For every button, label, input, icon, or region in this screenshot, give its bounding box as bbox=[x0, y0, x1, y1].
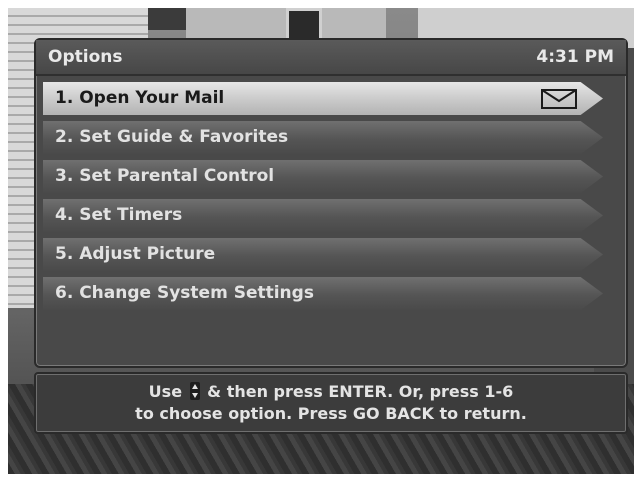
help-text-line-1: Use & then press ENTER. Or, press 1-6 bbox=[36, 382, 626, 401]
menu-item-label: 5. Adjust Picture bbox=[55, 244, 216, 264]
menu-item-label: 2. Set Guide & Favorites bbox=[55, 127, 289, 147]
mail-envelope-icon bbox=[541, 89, 577, 109]
panel-title: Options bbox=[48, 47, 123, 67]
menu-item-system-settings[interactable]: 6. Change System Settings bbox=[43, 277, 603, 310]
menu-item-label: 1. Open Your Mail bbox=[55, 88, 225, 108]
help-text-prefix: Use bbox=[148, 382, 188, 401]
menu-item-guide-favorites[interactable]: 2. Set Guide & Favorites bbox=[43, 121, 603, 154]
options-menu: 1. Open Your Mail 2. Set Guide & Favorit… bbox=[43, 82, 618, 316]
help-footer: Use & then press ENTER. Or, press 1-6 to… bbox=[34, 372, 628, 434]
options-panel: Options 4:31 PM 1. Open Your Mail 2. Set… bbox=[34, 38, 628, 368]
menu-item-timers[interactable]: 4. Set Timers bbox=[43, 199, 603, 232]
menu-item-adjust-picture[interactable]: 5. Adjust Picture bbox=[43, 238, 603, 271]
help-text-line-2: to choose option. Press GO BACK to retur… bbox=[135, 404, 527, 423]
panel-header: Options 4:31 PM bbox=[36, 40, 626, 76]
up-down-arrows-icon bbox=[189, 382, 200, 400]
menu-item-open-mail[interactable]: 1. Open Your Mail bbox=[43, 82, 603, 115]
menu-item-parental-control[interactable]: 3. Set Parental Control bbox=[43, 160, 603, 193]
help-text-suffix: & then press ENTER. Or, press 1-6 bbox=[201, 382, 514, 401]
house-window bbox=[148, 8, 186, 30]
menu-item-label: 3. Set Parental Control bbox=[55, 166, 275, 186]
menu-item-label: 6. Change System Settings bbox=[55, 283, 314, 303]
menu-item-label: 4. Set Timers bbox=[55, 205, 183, 225]
clock-time: 4:31 PM bbox=[536, 47, 614, 67]
